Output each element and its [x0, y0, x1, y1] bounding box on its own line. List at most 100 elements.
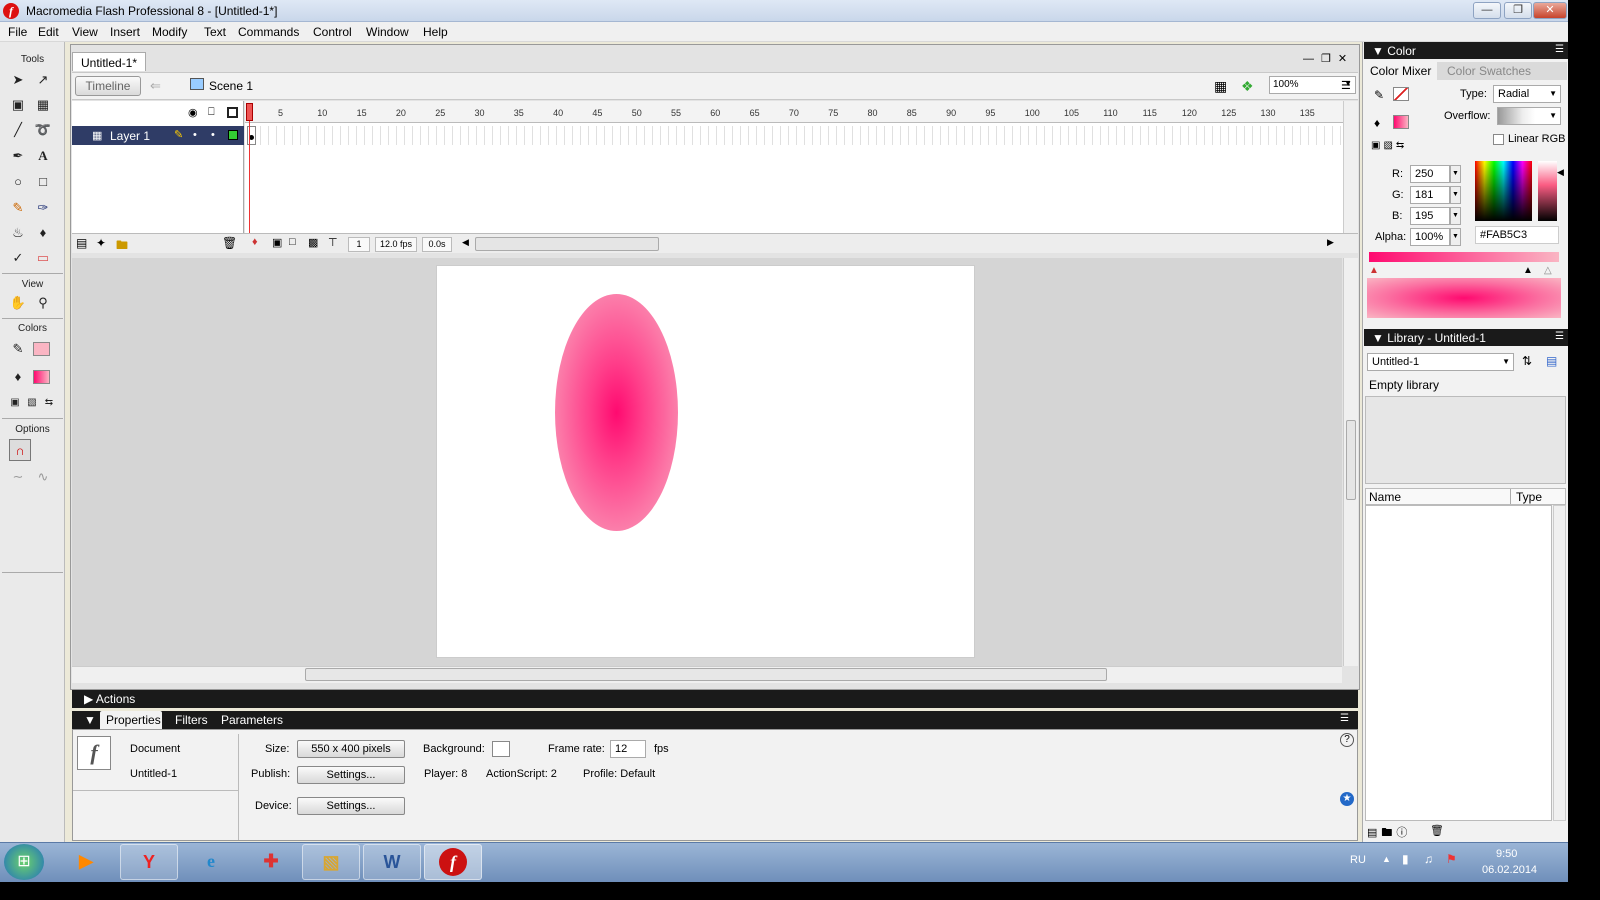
edit-scene-icon[interactable]: ▦	[1214, 78, 1227, 95]
help-icon[interactable]: ?	[1340, 733, 1354, 747]
menu-window[interactable]: Window	[366, 25, 409, 39]
menu-edit[interactable]: Edit	[38, 25, 59, 39]
radial-gradient-ellipse[interactable]	[555, 294, 678, 531]
snap-to-objects-icon[interactable]: ∩	[9, 439, 31, 461]
outline-color-box[interactable]	[228, 130, 238, 140]
tab-color-swatches[interactable]: Color Swatches	[1437, 62, 1567, 80]
tab-properties[interactable]: Properties	[100, 711, 162, 729]
ink-bottle-tool-icon[interactable]: ♨	[7, 222, 29, 244]
menu-file[interactable]: File	[8, 25, 27, 39]
selection-tool-icon[interactable]: ➤	[7, 69, 29, 91]
document-window-controls[interactable]: —❐✕	[1303, 52, 1355, 68]
eraser-tool-icon[interactable]: ▭	[32, 247, 54, 269]
red-input[interactable]: 250	[1410, 165, 1450, 183]
outline-icon[interactable]	[227, 107, 238, 118]
scene-label[interactable]: Scene 1	[209, 79, 253, 93]
stroke-color-icon[interactable]: ✎	[1374, 88, 1384, 102]
close-button[interactable]: ✕	[1533, 2, 1567, 19]
overflow-select[interactable]: ▼	[1497, 107, 1561, 125]
green-input[interactable]: 181	[1410, 186, 1450, 204]
stage-vscroll[interactable]	[1343, 258, 1358, 666]
gradient-stop-mid-icon[interactable]: ▲	[1523, 265, 1533, 276]
stroke-color-icon[interactable]: ✎	[7, 338, 29, 360]
size-button[interactable]: 550 x 400 pixels	[297, 740, 405, 758]
subselection-tool-icon[interactable]: ↗	[32, 69, 54, 91]
stage-hscroll-thumb[interactable]	[305, 668, 1107, 681]
menu-modify[interactable]: Modify	[152, 25, 187, 39]
background-color-swatch[interactable]	[492, 741, 510, 757]
layer-row[interactable]: ▦ Layer 1 ✎ • •	[72, 126, 244, 145]
linear-rgb-checkbox[interactable]	[1493, 134, 1504, 145]
back-arrow-icon[interactable]: ⇐	[150, 78, 161, 94]
library-bottom-icons[interactable]: ▤🖿ⓘ	[1367, 824, 1411, 843]
collapse-icon[interactable]: ▼	[84, 713, 96, 727]
library-col-name[interactable]: Name	[1369, 490, 1401, 504]
chevron-down-icon[interactable]: ▼	[1450, 228, 1461, 246]
flash-icon[interactable]: f	[424, 844, 482, 880]
yandex-browser-icon[interactable]: Y	[120, 844, 178, 880]
eyedropper-tool-icon[interactable]: ✓	[7, 247, 29, 269]
playhead[interactable]	[246, 103, 255, 233]
chevron-down-icon[interactable]: ▼	[1450, 186, 1461, 204]
pin-icon[interactable]: ⇅	[1522, 354, 1532, 368]
fill-type-select[interactable]: Radial ▼	[1493, 85, 1561, 103]
color-panel-header[interactable]: ▼ Color ☰	[1364, 42, 1568, 59]
fill-swatch[interactable]	[1393, 115, 1409, 129]
network-icon[interactable]: ▮	[1402, 852, 1409, 866]
show-hidden-icons-icon[interactable]: ▲	[1382, 854, 1391, 864]
layer-frames[interactable]	[245, 126, 1343, 145]
insert-folder-icon[interactable]: 🖿	[116, 236, 128, 257]
gradient-stop-left-icon[interactable]: ▲	[1369, 265, 1379, 276]
stage[interactable]	[436, 265, 975, 658]
add-motion-guide-icon[interactable]: ✦	[96, 236, 106, 250]
lasso-tool-icon[interactable]: ➰	[32, 119, 54, 141]
clock-date[interactable]: 06.02.2014	[1482, 864, 1537, 876]
alpha-input[interactable]: 100%	[1410, 228, 1450, 246]
stroke-swatch[interactable]	[1393, 87, 1409, 101]
media-player-icon[interactable]: ▶	[60, 844, 112, 880]
pencil-tool-icon[interactable]: ✎	[7, 197, 29, 219]
smooth-icon[interactable]: ∼	[7, 466, 29, 488]
tab-color-mixer[interactable]: Color Mixer	[1364, 62, 1436, 80]
gradient-stop-right-icon[interactable]: △	[1544, 265, 1552, 276]
edit-multiple-frames-icon[interactable]: ▩	[308, 236, 318, 249]
brightness-pointer-icon[interactable]: ◀	[1557, 167, 1564, 178]
delete-icon[interactable]: 🗑	[1430, 824, 1444, 837]
text-tool-icon[interactable]: A	[32, 145, 54, 167]
action-center-icon[interactable]: ⚑	[1446, 852, 1457, 866]
library-panel-header[interactable]: ▼ Library - Untitled-1 ☰	[1364, 329, 1568, 346]
brush-tool-icon[interactable]: ✑	[32, 197, 54, 219]
menu-text[interactable]: Text	[204, 25, 226, 39]
hand-tool-icon[interactable]: ✋	[7, 292, 29, 314]
color-mode-icons[interactable]: ▣▧⇆	[1371, 140, 1407, 151]
hex-input[interactable]: #FAB5C3	[1475, 226, 1559, 244]
accessibility-icon[interactable]: ★	[1340, 792, 1354, 806]
publish-settings-button[interactable]: Settings...	[297, 766, 405, 784]
timeline-vscroll[interactable]	[1343, 101, 1358, 233]
paint-bucket-tool-icon[interactable]: ♦	[32, 222, 54, 244]
gradient-definition-bar[interactable]	[1369, 252, 1559, 262]
straighten-icon[interactable]: ∿	[32, 466, 54, 488]
new-library-panel-icon[interactable]: ▤	[1546, 354, 1557, 368]
free-transform-tool-icon[interactable]: ▣	[7, 94, 29, 116]
language-indicator[interactable]: RU	[1350, 854, 1366, 866]
panel-menu-icon[interactable]: ☰	[1555, 331, 1564, 342]
library-list[interactable]	[1365, 505, 1552, 821]
library-select[interactable]: Untitled-1 ▼	[1367, 353, 1514, 371]
zoom-tool-icon[interactable]: ⚲	[32, 292, 54, 314]
timeline-hscroll-thumb[interactable]	[475, 237, 659, 251]
onion-skin-icon[interactable]: ▣	[272, 236, 282, 249]
start-button[interactable]: ⊞	[4, 844, 44, 880]
lock-icon[interactable]: ⎕	[208, 106, 215, 119]
menu-view[interactable]: View	[72, 25, 98, 39]
fill-color-icon[interactable]: ♦	[7, 366, 29, 388]
panel-menu-icon[interactable]: ☰	[1555, 44, 1564, 55]
color-spectrum[interactable]	[1475, 161, 1532, 221]
library-vscroll[interactable]	[1553, 505, 1566, 821]
scroll-left-icon[interactable]: ◀	[462, 237, 469, 248]
edit-bar-menu-icon[interactable]: ☰	[1341, 79, 1351, 92]
internet-explorer-icon[interactable]: e	[182, 844, 240, 880]
swap-colors-icon[interactable]: ⇆	[38, 392, 60, 414]
menu-insert[interactable]: Insert	[110, 25, 140, 39]
blue-input[interactable]: 195	[1410, 207, 1450, 225]
